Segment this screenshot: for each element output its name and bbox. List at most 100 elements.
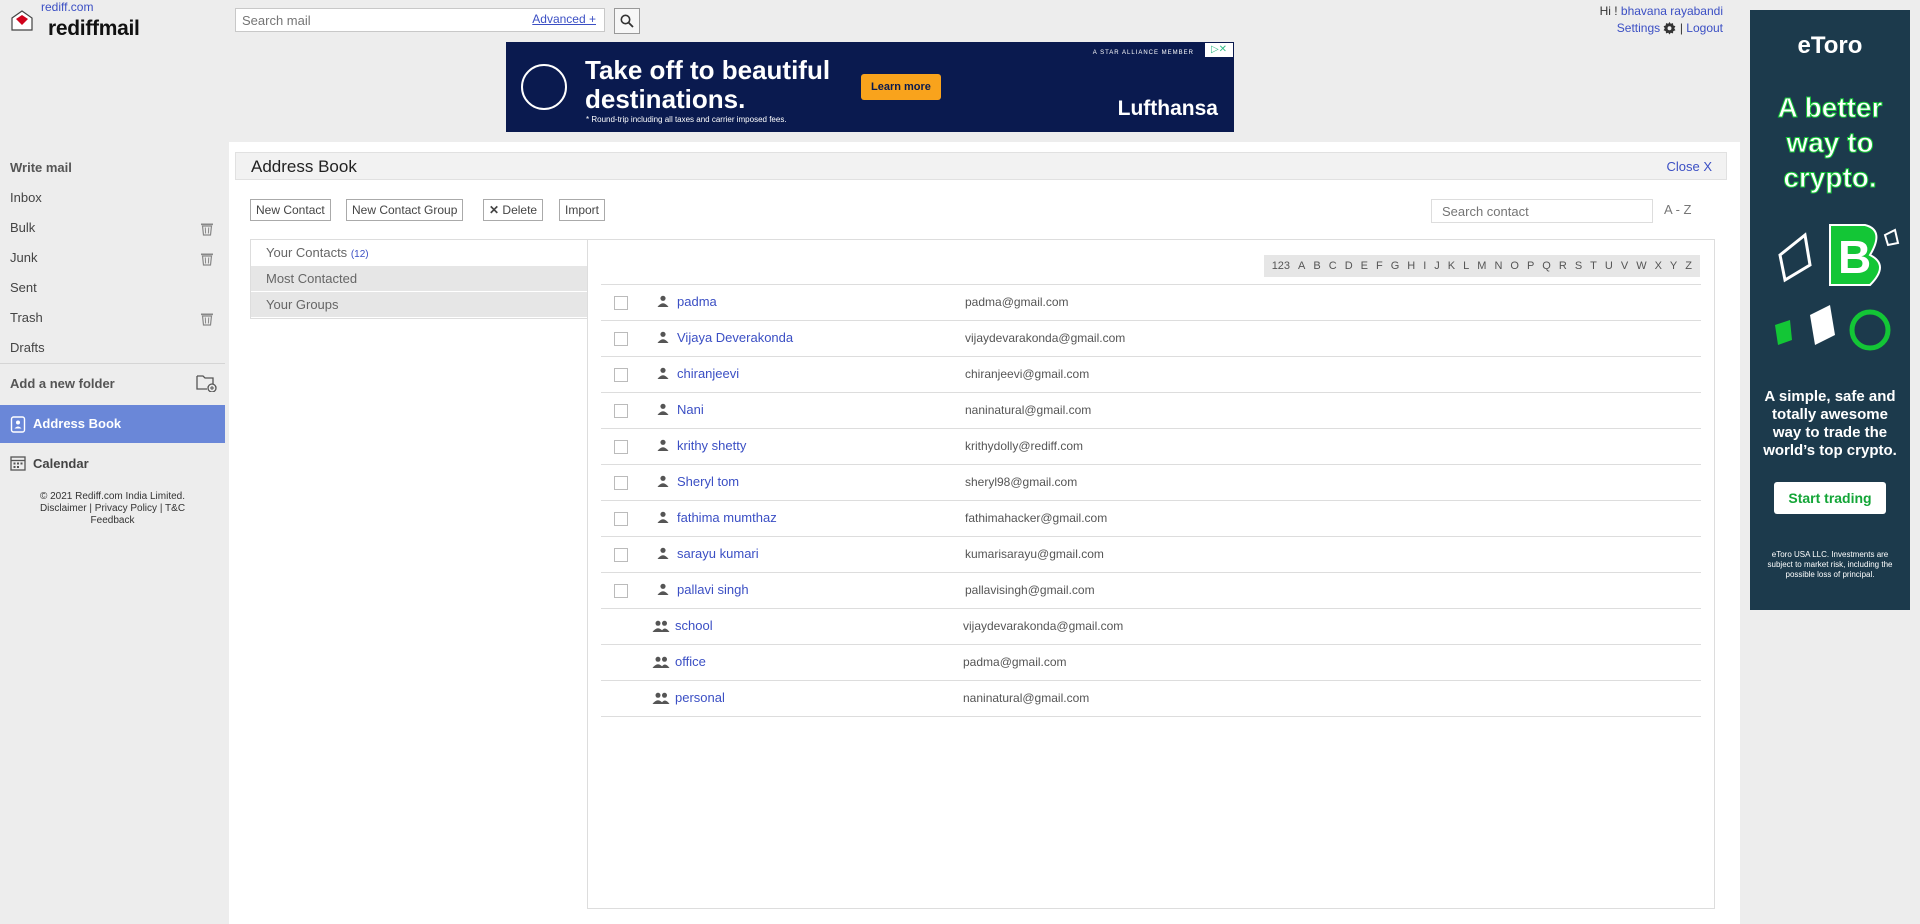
- delete-button[interactable]: ✕ Delete: [483, 199, 544, 221]
- alphabet-letter[interactable]: L: [1463, 260, 1469, 272]
- contact-checkbox[interactable]: [614, 440, 628, 454]
- contact-checkbox[interactable]: [614, 368, 628, 382]
- alphabet-letter[interactable]: E: [1361, 260, 1368, 272]
- alphabet-letter[interactable]: U: [1605, 260, 1613, 272]
- contact-name-link[interactable]: chiranjeevi: [677, 366, 739, 381]
- new-contact-button[interactable]: New Contact: [250, 199, 331, 221]
- contact-name-link[interactable]: krithy shetty: [677, 438, 746, 453]
- disclaimer-link[interactable]: Disclaimer: [40, 503, 87, 514]
- alphabet-letter[interactable]: I: [1423, 260, 1426, 272]
- alphabet-letter[interactable]: K: [1448, 260, 1455, 272]
- group-name-link[interactable]: personal: [675, 690, 725, 705]
- lufthansa-ad-banner[interactable]: Take off to beautiful destinations. * Ro…: [506, 42, 1234, 132]
- alphabet-letter[interactable]: S: [1575, 260, 1582, 272]
- nav-address-book[interactable]: Address Book: [0, 405, 225, 443]
- alphabet-letter[interactable]: V: [1621, 260, 1628, 272]
- group-email: padma@gmail.com: [963, 655, 1067, 669]
- alphabet-letter[interactable]: M: [1477, 260, 1486, 272]
- contact-name-link[interactable]: sarayu kumari: [677, 546, 759, 561]
- search-mail-input[interactable]: [236, 9, 518, 31]
- add-folder-icon[interactable]: [196, 374, 217, 392]
- alphabet-letter[interactable]: D: [1345, 260, 1353, 272]
- menu-most-contacted[interactable]: Most Contacted: [251, 266, 588, 292]
- import-button[interactable]: Import: [559, 199, 606, 221]
- group-name-link[interactable]: office: [675, 654, 706, 669]
- rediff-com-link[interactable]: rediff.com: [41, 0, 93, 14]
- alphabet-letter[interactable]: C: [1329, 260, 1337, 272]
- empty-bulk-trash-icon[interactable]: [200, 222, 214, 236]
- menu-your-contacts[interactable]: Your Contacts (12): [251, 240, 588, 266]
- alphabet-letter[interactable]: Y: [1670, 260, 1677, 272]
- etoro-fine-print: eToro USA LLC. Investments are subject t…: [1767, 550, 1893, 579]
- start-trading-button[interactable]: Start trading: [1774, 482, 1886, 514]
- logout-link[interactable]: Logout: [1686, 21, 1723, 35]
- contact-email: kumarisarayu@gmail.com: [965, 547, 1104, 561]
- alphabet-letter[interactable]: P: [1527, 260, 1534, 272]
- close-address-book-link[interactable]: Close X: [1666, 159, 1712, 174]
- alphabet-letter[interactable]: N: [1494, 260, 1502, 272]
- alphabet-letter[interactable]: J: [1434, 260, 1440, 272]
- person-icon: [657, 331, 669, 343]
- alphabet-letter[interactable]: T: [1590, 260, 1597, 272]
- sort-a-z-toggle[interactable]: A - Z: [1664, 202, 1691, 217]
- alphabet-letter[interactable]: B: [1313, 260, 1320, 272]
- menu-your-groups[interactable]: Your Groups: [251, 292, 588, 318]
- nav-sent[interactable]: Sent: [10, 280, 37, 295]
- alphabet-letter[interactable]: Q: [1542, 260, 1551, 272]
- crypto-coins-illustration: B: [1775, 224, 1900, 351]
- contact-checkbox[interactable]: [614, 512, 628, 526]
- rediffmail-logo[interactable]: rediff.com rediffmail: [8, 0, 148, 40]
- gear-icon[interactable]: [1663, 22, 1676, 35]
- alphabet-letter[interactable]: X: [1655, 260, 1662, 272]
- alphabet-letter[interactable]: W: [1636, 260, 1646, 272]
- nav-drafts[interactable]: Drafts: [10, 340, 45, 355]
- alphabet-letter[interactable]: Z: [1685, 260, 1692, 272]
- contact-name-link[interactable]: Nani: [677, 402, 704, 417]
- contact-checkbox[interactable]: [614, 296, 628, 310]
- nav-inbox[interactable]: Inbox: [10, 190, 42, 205]
- nav-calendar[interactable]: Calendar: [0, 443, 225, 481]
- ad-learn-more-button[interactable]: Learn more: [861, 74, 941, 100]
- etoro-ad[interactable]: eToro A better way to crypto. B A simple…: [1750, 10, 1910, 610]
- ad-choices-close-icon[interactable]: ▷✕: [1205, 43, 1233, 57]
- search-contact-input[interactable]: [1432, 200, 1652, 222]
- settings-link[interactable]: Settings: [1617, 21, 1660, 35]
- contact-name-link[interactable]: fathima mumthaz: [677, 510, 777, 525]
- nav-calendar-label: Calendar: [33, 456, 89, 471]
- nav-junk[interactable]: Junk: [10, 250, 37, 265]
- privacy-policy-link[interactable]: Privacy Policy: [95, 503, 157, 514]
- alphabet-letter[interactable]: A: [1298, 260, 1305, 272]
- contact-checkbox[interactable]: [614, 476, 628, 490]
- alphabet-letter[interactable]: F: [1376, 260, 1383, 272]
- add-folder-link[interactable]: Add a new folder: [10, 376, 115, 391]
- contact-checkbox[interactable]: [614, 584, 628, 598]
- contact-checkbox[interactable]: [614, 548, 628, 562]
- footer-separator: |: [89, 503, 93, 514]
- footer-separator: |: [159, 503, 163, 514]
- empty-junk-trash-icon[interactable]: [200, 252, 214, 266]
- feedback-link[interactable]: Feedback: [91, 515, 135, 526]
- alphabet-letter[interactable]: R: [1559, 260, 1567, 272]
- advanced-search-link[interactable]: Advanced +: [532, 12, 596, 26]
- nav-trash[interactable]: Trash: [10, 310, 43, 325]
- search-button[interactable]: [614, 8, 640, 34]
- nav-bulk[interactable]: Bulk: [10, 220, 35, 235]
- contact-checkbox[interactable]: [614, 332, 628, 346]
- alphabet-letter[interactable]: 123: [1272, 260, 1290, 272]
- contact-checkbox[interactable]: [614, 404, 628, 418]
- group-icon: [652, 656, 670, 668]
- contact-name-link[interactable]: pallavi singh: [677, 582, 749, 597]
- alphabet-letter[interactable]: G: [1391, 260, 1400, 272]
- alphabet-letter[interactable]: H: [1407, 260, 1415, 272]
- contact-name-link[interactable]: Sheryl tom: [677, 474, 739, 489]
- contact-name-link[interactable]: padma: [677, 294, 717, 309]
- user-name-link[interactable]: bhavana rayabandi: [1621, 4, 1723, 18]
- empty-trash-icon[interactable]: [200, 312, 214, 326]
- new-contact-group-button[interactable]: New Contact Group: [346, 199, 464, 221]
- alphabet-letter[interactable]: O: [1510, 260, 1519, 272]
- terms-link[interactable]: T&C: [165, 503, 185, 514]
- contact-name-link[interactable]: Vijaya Deverakonda: [677, 330, 793, 345]
- person-icon: [657, 547, 669, 559]
- group-name-link[interactable]: school: [675, 618, 713, 633]
- write-mail-link[interactable]: Write mail: [10, 160, 72, 175]
